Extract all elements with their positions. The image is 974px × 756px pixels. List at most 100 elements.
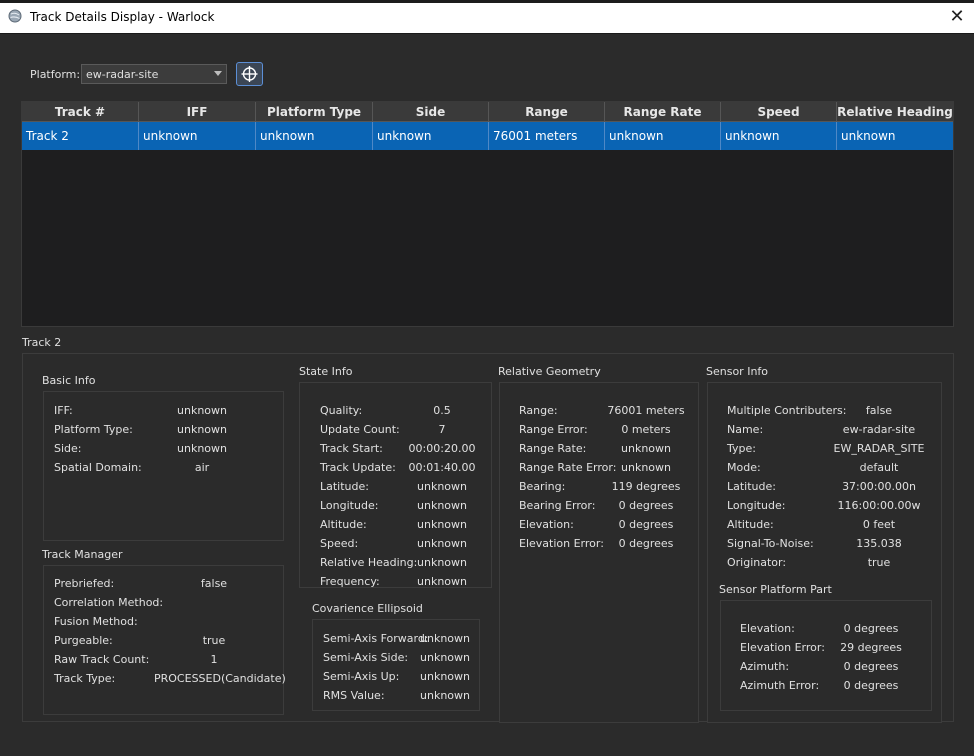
field-value: unknown: [621, 442, 671, 455]
field-label: Semi-Axis Up:: [323, 670, 400, 683]
table-cell: unknown: [605, 122, 721, 150]
field-label: Bearing:: [519, 480, 566, 493]
title-bar-divider: [0, 33, 974, 34]
field-label: Update Count:: [320, 423, 400, 436]
column-header-iff[interactable]: IFF: [139, 102, 256, 122]
field-label: Altitude:: [320, 518, 367, 531]
table-cell: unknown: [373, 122, 489, 150]
field-label: Signal-To-Noise:: [727, 537, 814, 550]
field-value: unknown: [420, 651, 470, 664]
field-value: false: [200, 577, 228, 590]
crosshair-icon: [241, 66, 258, 82]
platform-select[interactable]: ew-radar-site: [81, 64, 227, 84]
field-label: Azimuth Error:: [740, 679, 820, 692]
field-value: unknown: [417, 499, 467, 512]
field-label: Track Type:: [54, 672, 116, 685]
column-header-platform-type[interactable]: Platform Type: [256, 102, 373, 122]
table-cell: 76001 meters: [489, 122, 605, 150]
field-value: 0.5: [433, 404, 451, 417]
column-header-relative-heading[interactable]: Relative Heading: [837, 102, 953, 122]
field-label: Elevation Error:: [519, 537, 604, 550]
field-value: 0 meters: [621, 423, 671, 436]
field-value: 0 degrees: [843, 660, 899, 673]
field-value: 00:01:40.00: [408, 461, 476, 474]
state-info-title: State Info: [299, 365, 353, 378]
field-label: Platform Type:: [54, 423, 133, 436]
field-value: PROCESSED(Candidate): [154, 672, 286, 685]
details-track-title: Track 2: [22, 336, 62, 349]
column-header-track[interactable]: Track #: [22, 102, 139, 122]
column-header-range-rate[interactable]: Range Rate: [605, 102, 721, 122]
field-value: unknown: [417, 575, 467, 588]
field-value: unknown: [177, 442, 227, 455]
platform-select-value: ew-radar-site: [86, 68, 159, 81]
field-label: Type:: [727, 442, 756, 455]
table-cell: unknown: [721, 122, 837, 150]
app-globe-icon: [8, 9, 22, 23]
field-value: 0 degrees: [618, 499, 674, 512]
field-label: Speed:: [320, 537, 359, 550]
field-value: 0 feet: [862, 518, 896, 531]
field-value: air: [194, 461, 210, 474]
field-label: Fusion Method:: [54, 615, 138, 628]
field-label: Track Update:: [320, 461, 396, 474]
field-value: 37:00:00.00n: [842, 480, 916, 493]
field-label: Quality:: [320, 404, 363, 417]
field-value: 0 degrees: [843, 622, 899, 635]
locate-platform-button[interactable]: [236, 62, 263, 86]
basic-info-title: Basic Info: [42, 374, 96, 387]
field-label: Relative Heading:: [320, 556, 418, 569]
field-label: Range:: [519, 404, 558, 417]
field-label: Bearing Error:: [519, 499, 596, 512]
close-icon: ✕: [949, 6, 965, 27]
field-label: Elevation:: [519, 518, 574, 531]
sensor-info-title: Sensor Info: [706, 365, 769, 378]
field-value: unknown: [420, 670, 470, 683]
field-label: IFF:: [54, 404, 73, 417]
column-header-speed[interactable]: Speed: [721, 102, 837, 122]
field-value: true: [867, 556, 891, 569]
field-value: 1: [210, 653, 218, 666]
field-value: unknown: [417, 537, 467, 550]
table-cell: unknown: [139, 122, 256, 150]
field-value: unknown: [177, 404, 227, 417]
field-label: Correlation Method:: [54, 596, 164, 609]
field-value: unknown: [420, 689, 470, 702]
field-value: unknown: [417, 556, 467, 569]
field-label: Originator:: [727, 556, 787, 569]
close-button[interactable]: ✕: [940, 0, 974, 33]
title-bar: Track Details Display - Warlock ✕: [0, 0, 974, 33]
field-value: 0 degrees: [618, 537, 674, 550]
field-value: 116:00:00.00w: [837, 499, 921, 512]
table-row[interactable]: Track 2 unknown unknown unknown 76001 me…: [22, 122, 953, 150]
field-label: Spatial Domain:: [54, 461, 142, 474]
covariance-title: Covarience Ellipsoid: [312, 602, 423, 615]
table-cell: Track 2: [22, 122, 139, 150]
field-label: Frequency:: [320, 575, 380, 588]
field-label: Range Error:: [519, 423, 588, 436]
field-label: Range Rate Error:: [519, 461, 617, 474]
field-value: unknown: [177, 423, 227, 436]
field-label: Purgeable:: [54, 634, 113, 647]
field-label: Side:: [54, 442, 82, 455]
field-label: Elevation:: [740, 622, 795, 635]
track-table: Track # IFF Platform Type Side Range Ran…: [21, 101, 954, 327]
field-value: 0 degrees: [843, 679, 899, 692]
field-value: 119 degrees: [611, 480, 681, 493]
field-value: false: [865, 404, 893, 417]
chevron-down-icon: [214, 71, 222, 76]
state-info-group: Quality: 0.5 Update Count: 7 Track Start…: [299, 382, 492, 588]
field-value: 00:00:20.00: [408, 442, 476, 455]
table-cell: unknown: [841, 129, 896, 143]
sensor-platform-part-title: Sensor Platform Part: [719, 583, 832, 596]
field-label: Altitude:: [727, 518, 774, 531]
field-value: ew-radar-site: [842, 423, 916, 436]
sensor-platform-part-group: Elevation: 0 degrees Elevation Error: 29…: [720, 600, 932, 711]
column-header-range[interactable]: Range: [489, 102, 605, 122]
details-panel: Basic Info IFF: unknown Platform Type: u…: [22, 353, 954, 723]
basic-info-group: IFF: unknown Platform Type: unknown Side…: [43, 391, 284, 541]
field-label: Longitude:: [727, 499, 786, 512]
column-header-side[interactable]: Side: [373, 102, 489, 122]
field-label: Mode:: [727, 461, 761, 474]
field-label: Latitude:: [727, 480, 776, 493]
